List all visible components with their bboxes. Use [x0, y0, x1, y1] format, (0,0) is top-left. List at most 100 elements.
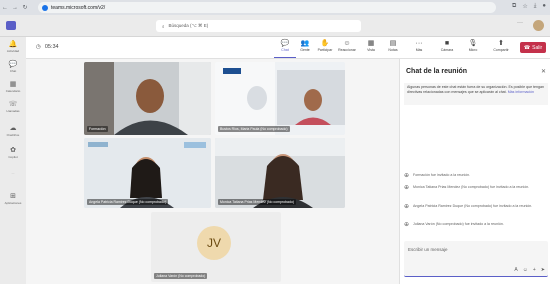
participant-avatar: JV	[197, 226, 231, 260]
system-message: ⊕ Monica Tatiana Prias Mendez (No comprob…	[404, 185, 548, 191]
meeting-toolbar: ◷ 05:34 ☎ Salir 💬 Chat 👥 Gente ✋ Participar ☺ R…	[26, 37, 550, 59]
toolbar-icon: ⬆	[498, 40, 504, 47]
participant-video	[84, 138, 211, 208]
participant-video	[215, 138, 345, 208]
send-icon[interactable]: ➤	[541, 267, 545, 273]
compose-placeholder: Escribir un mensaje	[408, 247, 448, 252]
toolbar-label: Micro	[468, 48, 478, 52]
rail-label: Copilot	[8, 155, 18, 159]
toolbar-compartir-button[interactable]: ⬆ Compartir	[490, 39, 512, 52]
participant-video	[84, 62, 211, 135]
rail-item-3[interactable]: ☏ Llamadas	[0, 101, 26, 113]
rail-label: Aplicaciones	[4, 201, 22, 205]
rail-item-5[interactable]: ✿ Copilot	[0, 147, 26, 159]
toolbar-label: Chat	[281, 48, 289, 52]
rail-label: ···	[11, 171, 15, 175]
reload-icon[interactable]: ↻	[20, 4, 30, 11]
participant-name: Formación	[87, 126, 108, 132]
forward-icon[interactable]: →	[10, 5, 20, 11]
toolbar-icon: 👥	[300, 40, 310, 47]
compose-box[interactable]: Escribir un mensaje A ☺ + ➤	[404, 241, 548, 277]
avatar[interactable]	[533, 20, 544, 31]
meeting-chat-panel: Chat de la reunión ✕ Algunas personas de…	[399, 59, 550, 284]
rail-label: Actividad	[6, 49, 20, 53]
toolbar-gente-button[interactable]: 👥 Gente	[294, 39, 316, 52]
external-notice: Algunas personas de este chat están fuer…	[404, 83, 548, 105]
meeting-timer: ◷ 05:34	[36, 44, 59, 50]
emoji-icon[interactable]: ☺	[523, 267, 528, 273]
toolbar-icon: ☺	[343, 40, 351, 47]
toolbar-más-button[interactable]: ··· Más	[408, 39, 430, 52]
toolbar-icon: ■	[444, 40, 450, 47]
toolbar-icon: ···	[415, 40, 423, 47]
chat-icon: 💬	[8, 61, 18, 68]
rail-label: OneDrive	[6, 133, 20, 137]
phone-hangup-icon: ☎	[523, 44, 531, 51]
participant-name: Juliana Varón (No comprobado)	[154, 273, 208, 279]
leave-button[interactable]: ☎ Salir	[520, 42, 546, 53]
rail-item-1[interactable]: 💬 Chat	[0, 61, 26, 73]
system-message: ⊕ Juliana Varón (No comprobado) fue invit…	[404, 222, 548, 228]
leave-label: Salir	[532, 44, 543, 51]
search-placeholder: Búsqueda (⌥ ⌘ E)	[168, 23, 209, 28]
toolbar-vista-button[interactable]: ▦ Vista	[360, 39, 382, 52]
url-text: teams.microsoft.com/v2/	[51, 4, 106, 11]
search-icon: ⌕	[162, 23, 165, 29]
rail-item-2[interactable]: ▦ Calendario	[0, 81, 26, 93]
teams-logo	[6, 21, 16, 30]
close-icon[interactable]: ✕	[541, 68, 546, 75]
bookmark-icon[interactable]: ☆	[522, 3, 527, 10]
rail-label: Llamadas	[6, 109, 20, 113]
toolbar-icon: ✋	[320, 40, 330, 47]
search-input[interactable]: ⌕ Búsqueda (⌥ ⌘ E)	[156, 20, 361, 32]
avatar-initials: JV	[206, 236, 221, 250]
video-tile-angela[interactable]: Angela Patricia Ramirez Duque (No compro…	[84, 138, 211, 208]
attach-icon[interactable]: +	[533, 267, 536, 273]
toolbar-icon: 🎙	[468, 40, 478, 47]
rail-item-0[interactable]: 🔔 Actividad	[0, 41, 26, 53]
more-options-icon[interactable]: ···	[517, 20, 523, 31]
address-bar[interactable]: teams.microsoft.com/v2/	[38, 2, 496, 13]
browser-toolbar: ← → ↻ teams.microsoft.com/v2/ ⧉ ☆ ⤓ ●	[0, 0, 550, 15]
rail-label: Chat	[9, 69, 17, 73]
copilot-icon: ✿	[10, 147, 16, 154]
format-icon[interactable]: A	[514, 267, 517, 273]
system-message-text: Monica Tatiana Prias Mendez (No comproba…	[413, 185, 530, 189]
toolbar-chat-button[interactable]: 💬 Chat	[274, 39, 296, 58]
rail-item-6[interactable]: ···	[0, 171, 26, 175]
calendar-icon: ▦	[9, 81, 17, 88]
download-icon[interactable]: ⤓	[534, 3, 537, 10]
rail-item-7[interactable]: ⊞ Aplicaciones	[0, 193, 26, 205]
site-icon	[42, 4, 48, 11]
video-tile-monica[interactable]: Monica Tatiana Prias Mendez (No comproba…	[215, 138, 345, 208]
toolbar-icon: ▤	[389, 40, 397, 47]
person-add-icon: ⊕	[404, 173, 410, 179]
timer-icon: ◷	[36, 44, 41, 50]
toolbar-participar-button[interactable]: ✋ Participar	[314, 39, 336, 52]
profile-icon[interactable]: ●	[542, 3, 546, 10]
toolbar-label: Vista	[367, 48, 375, 52]
timer-text: 05:34	[44, 44, 59, 50]
video-tile-juliana[interactable]: JV Juliana Varón (No comprobado)	[151, 212, 281, 282]
toolbar-notas-button[interactable]: ▤ Notas	[382, 39, 404, 52]
video-stage: Formación Bustos Rios, Maria Paula (No c…	[26, 59, 399, 284]
video-tile-bustos[interactable]: Bustos Rios, Maria Paula (No comprobado)	[215, 62, 345, 135]
phone-icon: ☏	[8, 101, 18, 108]
video-tile-formacion[interactable]: Formación	[84, 62, 211, 135]
extensions-icon[interactable]: ⧉	[512, 3, 516, 10]
system-message-text: Angela Patricia Ramirez Duque (No compro…	[413, 204, 533, 208]
participant-name: Monica Tatiana Prias Mendez (No comproba…	[218, 199, 297, 205]
toolbar-label: Gente	[300, 48, 310, 52]
toolbar-label: Reaccionar	[338, 48, 356, 52]
cloud-icon: ☁	[9, 125, 17, 132]
toolbar-reaccionar-button[interactable]: ☺ Reaccionar	[336, 39, 358, 52]
back-icon[interactable]: ←	[0, 5, 10, 11]
toolbar-cámara-button[interactable]: ■ Cámara	[436, 39, 458, 52]
rail-item-4[interactable]: ☁ OneDrive	[0, 125, 26, 137]
app-rail: 🔔 Actividad 💬 Chat ▦ Calendario ☏ Llamadas ☁ OneD…	[0, 37, 26, 284]
toolbar-micro-button[interactable]: 🎙 Micro	[462, 39, 484, 52]
system-message-text: Formación fue invitado a la reunión.	[413, 173, 471, 177]
more-info-link[interactable]: Más información	[508, 90, 534, 94]
system-message: ⊕ Formación fue invitado a la reunión.	[404, 173, 548, 179]
person-add-icon: ⊕	[404, 204, 410, 210]
